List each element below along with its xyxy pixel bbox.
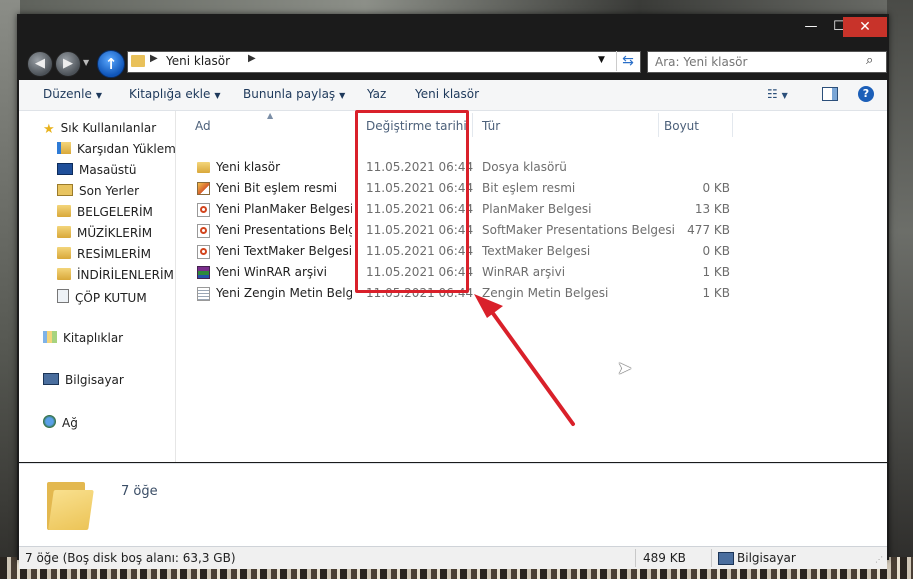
annotation-arrow (474, 294, 575, 426)
arrow-shaft (490, 310, 575, 426)
arrow-head-icon (474, 294, 503, 318)
mouse-cursor-icon: ➤ (617, 358, 633, 379)
